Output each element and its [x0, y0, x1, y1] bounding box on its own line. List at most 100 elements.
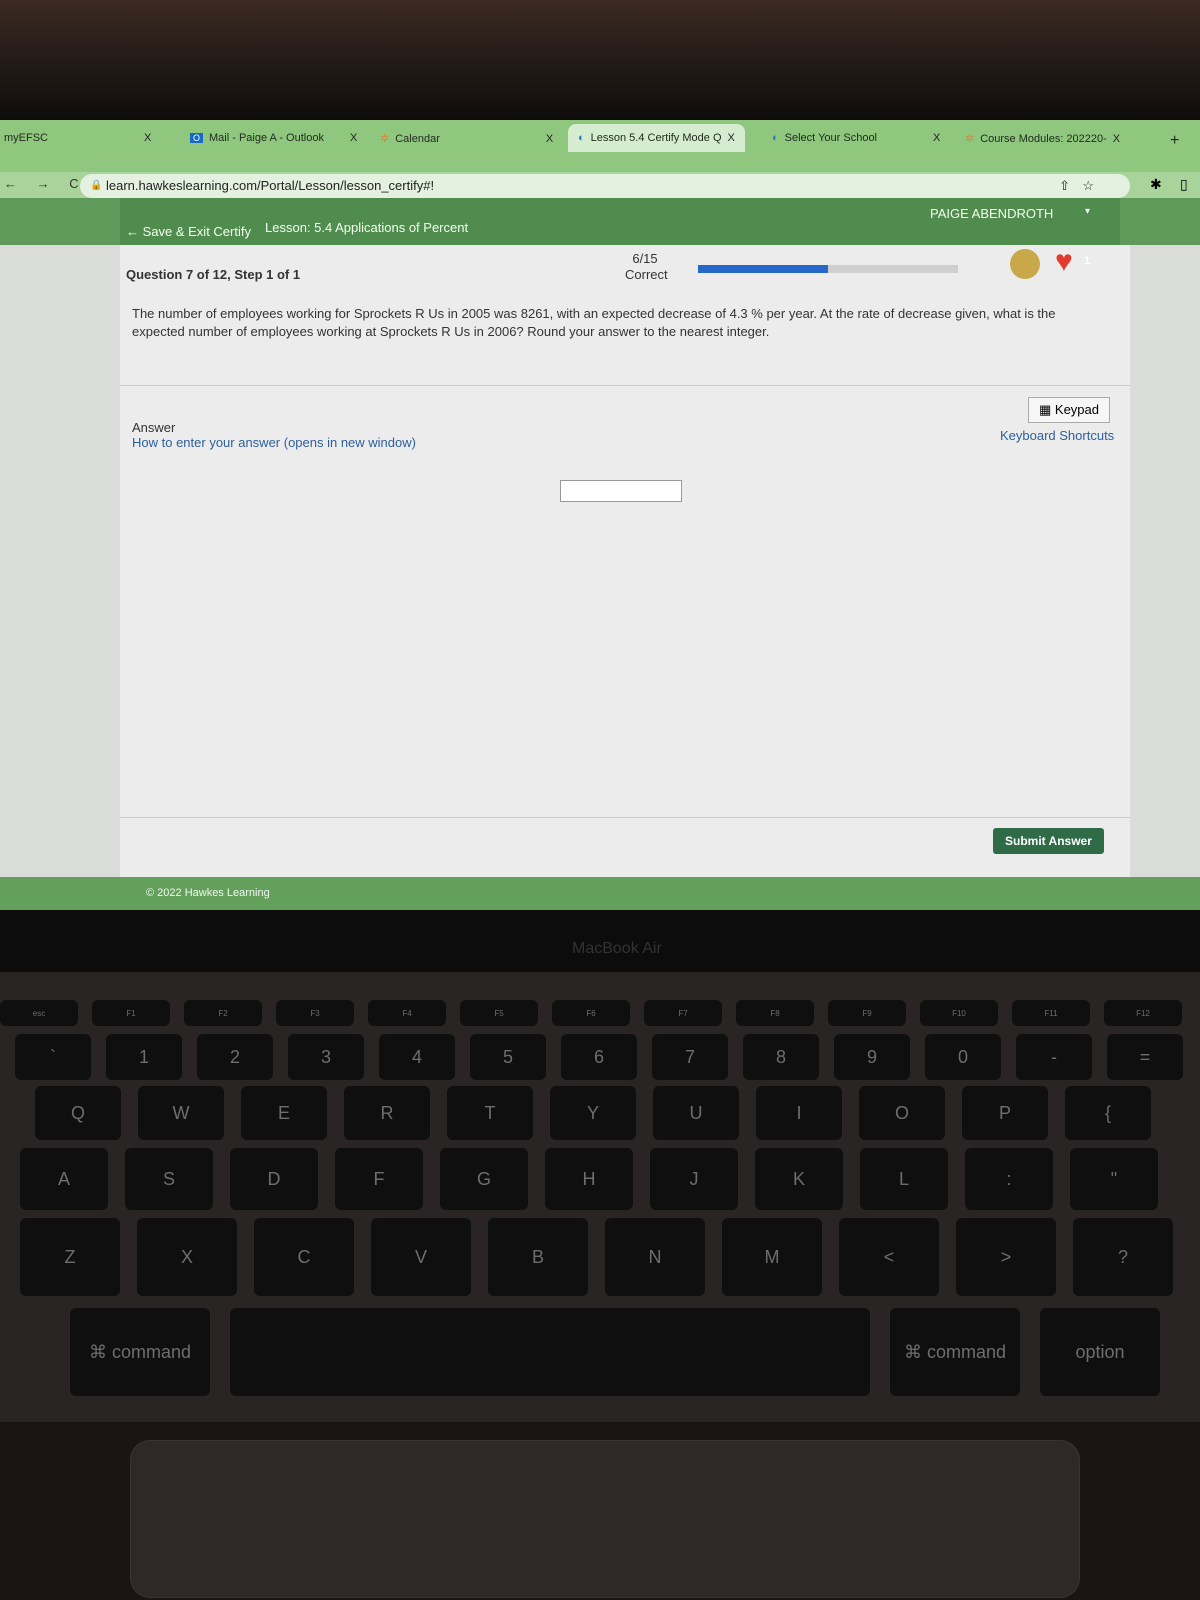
key-f6[interactable]: F6	[552, 1000, 630, 1026]
extensions-icon[interactable]: ✱	[1150, 176, 1162, 193]
key-command[interactable]: ⌘ command	[890, 1308, 1020, 1396]
chevron-down-icon[interactable]: ▾	[1085, 206, 1090, 217]
key-f3[interactable]: F3	[276, 1000, 354, 1026]
key-9[interactable]: 9	[834, 1034, 910, 1080]
key-h[interactable]: H	[545, 1148, 633, 1210]
tab-myefsc[interactable]: myEFSC X	[4, 132, 151, 144]
help-link[interactable]: How to enter your answer (opens in new w…	[132, 435, 416, 450]
url-input[interactable]: 🔒 learn.hawkeslearning.com/Portal/Lesson/…	[80, 174, 1130, 198]
tab-select-school[interactable]: ◐ Select Your School X	[772, 132, 940, 144]
key-command[interactable]: ⌘ command	[70, 1308, 210, 1396]
sidebar-icon[interactable]: ▯	[1180, 176, 1188, 193]
key-j[interactable]: J	[650, 1148, 738, 1210]
key-u[interactable]: U	[653, 1086, 739, 1140]
key-x[interactable]: X	[137, 1218, 237, 1296]
share-icon[interactable]: ⇧	[1059, 178, 1070, 194]
close-icon[interactable]: X	[546, 133, 553, 145]
key-z[interactable]: Z	[20, 1218, 120, 1296]
key-symbol[interactable]: >	[956, 1218, 1056, 1296]
key-q[interactable]: Q	[35, 1086, 121, 1140]
user-menu[interactable]: PAIGE ABENDROTH	[930, 206, 1053, 221]
tab-lesson[interactable]: ◐ Lesson 5.4 Certify Mode Q X	[568, 124, 745, 152]
close-icon[interactable]: X	[728, 132, 735, 144]
key-symbol[interactable]: -	[1016, 1034, 1092, 1080]
keypad-button[interactable]: ▦ Keypad	[1028, 397, 1110, 423]
key-c[interactable]: C	[254, 1218, 354, 1296]
key-symbol[interactable]: `	[15, 1034, 91, 1080]
key-1[interactable]: 1	[106, 1034, 182, 1080]
tab-calendar[interactable]: ✲ Calendar X	[380, 132, 553, 146]
key-f[interactable]: F	[335, 1148, 423, 1210]
keyboard-shortcuts-link[interactable]: Keyboard Shortcuts	[1000, 428, 1114, 443]
answer-input[interactable]	[560, 480, 682, 502]
outlook-icon: O	[190, 133, 204, 143]
key-f2[interactable]: F2	[184, 1000, 262, 1026]
key-0[interactable]: 0	[925, 1034, 1001, 1080]
key-8[interactable]: 8	[743, 1034, 819, 1080]
key-f11[interactable]: F11	[1012, 1000, 1090, 1026]
key-p[interactable]: P	[962, 1086, 1048, 1140]
key-symbol[interactable]: "	[1070, 1148, 1158, 1210]
key-e[interactable]: E	[241, 1086, 327, 1140]
key-2[interactable]: 2	[197, 1034, 273, 1080]
key-m[interactable]: M	[722, 1218, 822, 1296]
key-symbol[interactable]: <	[839, 1218, 939, 1296]
key-symbol[interactable]: ?	[1073, 1218, 1173, 1296]
key-3[interactable]: 3	[288, 1034, 364, 1080]
key-symbol[interactable]: =	[1107, 1034, 1183, 1080]
key-l[interactable]: L	[860, 1148, 948, 1210]
key-f1[interactable]: F1	[92, 1000, 170, 1026]
key-o[interactable]: O	[859, 1086, 945, 1140]
key-esc[interactable]: esc	[0, 1000, 78, 1026]
key-4[interactable]: 4	[379, 1034, 455, 1080]
app-header: ← Save & Exit Certify Lesson: 5.4 Applic…	[0, 198, 1200, 248]
close-icon[interactable]: X	[933, 132, 940, 144]
tab-course-modules[interactable]: ✲ Course Modules: 202220- X	[965, 132, 1120, 146]
key-5[interactable]: 5	[470, 1034, 546, 1080]
key-g[interactable]: G	[440, 1148, 528, 1210]
key-w[interactable]: W	[138, 1086, 224, 1140]
progress-fill	[698, 265, 828, 273]
key-option[interactable]: option	[1040, 1308, 1160, 1396]
key-f12[interactable]: F12	[1104, 1000, 1182, 1026]
key-k[interactable]: K	[755, 1148, 843, 1210]
save-exit-button[interactable]: ← Save & Exit Certify	[126, 224, 251, 239]
trackpad[interactable]	[130, 1440, 1080, 1598]
key-s[interactable]: S	[125, 1148, 213, 1210]
key-a[interactable]: A	[20, 1148, 108, 1210]
star-icon[interactable]: ☆	[1082, 178, 1094, 194]
key-i[interactable]: I	[756, 1086, 842, 1140]
new-tab-button[interactable]: +	[1170, 132, 1179, 150]
close-icon[interactable]: X	[1113, 133, 1120, 145]
address-bar: ← → C 🔒 learn.hawkeslearning.com/Portal/L…	[0, 172, 1200, 200]
key-f8[interactable]: F8	[736, 1000, 814, 1026]
tab-outlook[interactable]: O Mail - Paige A - Outlook X	[190, 132, 357, 144]
key-f4[interactable]: F4	[368, 1000, 446, 1026]
key-space[interactable]	[230, 1308, 870, 1396]
tab-label: Mail - Paige A - Outlook	[209, 132, 324, 144]
key-t[interactable]: T	[447, 1086, 533, 1140]
key-f7[interactable]: F7	[644, 1000, 722, 1026]
submit-answer-button[interactable]: Submit Answer	[993, 828, 1104, 854]
key-f10[interactable]: F10	[920, 1000, 998, 1026]
key-7[interactable]: 7	[652, 1034, 728, 1080]
key-symbol[interactable]: {	[1065, 1086, 1151, 1140]
heart-icon: ♥	[1055, 245, 1073, 278]
close-icon[interactable]: X	[350, 132, 357, 144]
url-text: learn.hawkeslearning.com/Portal/Lesson/l…	[106, 178, 435, 193]
key-f5[interactable]: F5	[460, 1000, 538, 1026]
hawkes-icon: ◐	[578, 132, 585, 144]
close-icon[interactable]: X	[144, 132, 151, 144]
key-r[interactable]: R	[344, 1086, 430, 1140]
key-y[interactable]: Y	[550, 1086, 636, 1140]
nav-buttons[interactable]: ← → C	[4, 176, 87, 191]
key-d[interactable]: D	[230, 1148, 318, 1210]
hawkes-icon: ◐	[772, 132, 779, 144]
key-6[interactable]: 6	[561, 1034, 637, 1080]
key-v[interactable]: V	[371, 1218, 471, 1296]
key-b[interactable]: B	[488, 1218, 588, 1296]
key-n[interactable]: N	[605, 1218, 705, 1296]
main-content: Question 7 of 12, Step 1 of 1 6/15 Corre…	[0, 245, 1200, 877]
key-f9[interactable]: F9	[828, 1000, 906, 1026]
key-symbol[interactable]: :	[965, 1148, 1053, 1210]
